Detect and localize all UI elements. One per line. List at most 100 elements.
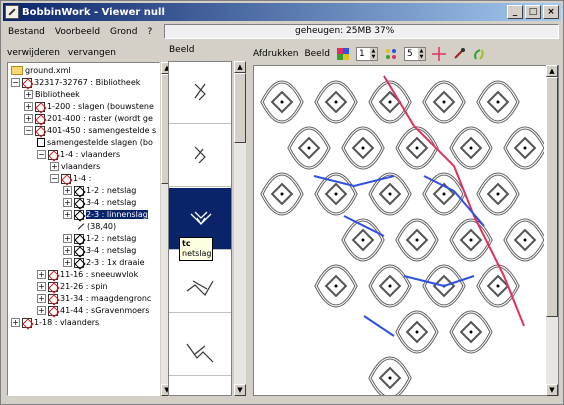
expand-icon[interactable]: + (37, 306, 46, 315)
thumbnail-scrollbar[interactable]: ▲ ▼ (234, 61, 246, 396)
scroll-down-icon[interactable]: ▼ (546, 384, 558, 396)
stitch-node-icon (74, 185, 84, 196)
tree-item-vlaanders-desc[interactable]: + vlaanders (50, 161, 100, 173)
tree-item-sneeuwvlok[interactable]: +11-16 : sneeuwvlok (37, 269, 138, 281)
tree-item-bibliotheek[interactable]: + Bibliotheek (24, 89, 80, 101)
pair-width-spinner[interactable]: 5 ▲ ▼ (403, 47, 426, 61)
stitch-diagram (194, 146, 206, 164)
stitch-thumbnail[interactable] (169, 62, 231, 124)
lace-pin (469, 330, 473, 334)
lace-pin (388, 284, 392, 288)
spinner-arrows-icon[interactable]: ▲ ▼ (417, 48, 425, 60)
pair-dots-icon[interactable] (384, 47, 398, 61)
lace-pin (496, 284, 500, 288)
close-button[interactable]: × (543, 5, 559, 19)
thread-width-spinner[interactable]: 1 ▲ ▼ (355, 47, 378, 61)
tree-item-netslag-1-2[interactable]: +1-2 : netslag (63, 185, 136, 197)
replace-button[interactable]: vervangen (68, 48, 116, 58)
tree-item-vlaanders-1-4[interactable]: −1-4 : vlaanders (37, 149, 120, 161)
expand-icon[interactable]: + (37, 294, 46, 303)
print-button[interactable]: Afdrukken (253, 47, 298, 61)
thread-color-icon[interactable] (472, 47, 486, 61)
tree-item-netslag-3-4b[interactable]: +3-4 : netslag (63, 245, 136, 257)
expand-icon[interactable]: + (63, 258, 72, 267)
tree-item-sgravenmoers[interactable]: +41-44 : sGravenmoers (37, 305, 149, 317)
scroll-down-icon[interactable]: ▼ (234, 384, 246, 396)
maximize-button[interactable]: □ (525, 5, 541, 19)
expand-icon[interactable]: + (63, 246, 72, 255)
expand-icon[interactable]: + (24, 90, 33, 99)
tab-beeld[interactable]: Beeld (169, 45, 194, 55)
lace-pin (415, 238, 419, 242)
expand-icon[interactable]: + (24, 114, 33, 123)
tree-item-netslag-3-4[interactable]: +3-4 : netslag (63, 197, 136, 209)
app-window: BobbinWork - Viewer null _ □ × Bestand V… (0, 0, 564, 405)
expand-icon[interactable]: + (37, 270, 46, 279)
stitch-diagram (186, 343, 214, 363)
lace-diagram-canvas[interactable] (253, 65, 559, 396)
lace-pin (523, 146, 527, 150)
stitch-thumbnail-panel (168, 61, 232, 396)
stitch-node-icon (74, 245, 84, 256)
lace-pin (334, 192, 338, 196)
bobbin-app-icon[interactable] (5, 5, 19, 19)
expand-icon[interactable]: + (63, 234, 72, 243)
canvas-scrollbar[interactable]: ▲ ▼ (546, 65, 558, 396)
tree-item-raster[interactable]: +201-400 : raster (wordt ge (24, 113, 153, 125)
color-grid-icon[interactable] (336, 47, 350, 61)
folder-icon (11, 66, 23, 75)
tree-item-vlaanders-1-18[interactable]: +1-18 : vlaanders (11, 317, 99, 329)
expand-icon[interactable]: + (63, 210, 72, 219)
expand-icon[interactable]: + (63, 198, 72, 207)
lace-pin (496, 192, 500, 196)
scroll-up-icon[interactable]: ▲ (546, 65, 558, 77)
tree-item-samengestelde[interactable]: −401-450 : samengestelde s (24, 125, 156, 137)
tooltip-title: tc (182, 239, 191, 248)
tree-item-samengestelde-desc[interactable]: samengestelde slagen (bo (37, 137, 153, 149)
expand-icon[interactable]: + (24, 102, 33, 111)
scroll-thumb[interactable] (546, 77, 558, 317)
view-button[interactable]: Beeld (304, 47, 329, 61)
pipette-icon[interactable] (452, 47, 466, 61)
diagram-toolbar: Afdrukken Beeld 1 ▲ ▼ 5 ▲ ▼ (253, 45, 559, 63)
tree-item-bibliotheek-range[interactable]: −32317-32767 : Bibliotheek (11, 77, 140, 89)
collapse-icon[interactable]: − (24, 126, 33, 135)
lace-pin (334, 100, 338, 104)
stitch-diagram (194, 83, 206, 101)
tree-item-netslag-1-2b[interactable]: +1-2 : netslag (63, 233, 136, 245)
menu-voorbeeld[interactable]: Voorbeeld (50, 27, 105, 37)
stitch-thumbnail[interactable] (169, 125, 231, 187)
crosshair-icon[interactable] (431, 47, 446, 61)
scroll-thumb[interactable] (234, 73, 246, 143)
collapse-icon[interactable]: − (11, 78, 20, 87)
menu-help[interactable]: ? (142, 27, 157, 37)
comment-icon (37, 138, 45, 147)
expand-icon[interactable]: + (63, 186, 72, 195)
remove-button[interactable]: verwijderen (7, 48, 60, 58)
menu-bestand[interactable]: Bestand (3, 27, 50, 37)
pin-icon (76, 222, 85, 231)
collapse-icon[interactable]: − (50, 174, 59, 183)
tree-item-slagen[interactable]: +1-200 : slagen (bouwstene (24, 101, 154, 113)
stitch-node-icon (74, 197, 84, 208)
tree-item-draaie[interactable]: +2-3 : 1x draaie (63, 257, 145, 269)
expand-icon[interactable]: + (11, 318, 20, 327)
scroll-up-icon[interactable]: ▲ (234, 61, 246, 73)
tree-item-group-1-4[interactable]: −1-4 : (50, 173, 91, 185)
minimize-button[interactable]: _ (507, 5, 523, 19)
expand-icon[interactable]: + (50, 162, 59, 171)
lace-pin (361, 238, 365, 242)
collapse-icon[interactable]: − (37, 150, 46, 159)
pattern-node-icon (22, 77, 32, 88)
lace-pin (307, 146, 311, 150)
pattern-node-icon (48, 305, 58, 316)
spinner-arrows-icon[interactable]: ▲ ▼ (369, 48, 377, 60)
menu-grond[interactable]: Grond (105, 27, 142, 37)
tree-item-linnenslag[interactable]: +2-3 : linnenslag (63, 209, 148, 221)
tree-item-maagdengrond[interactable]: +31-34 : maagdengronc (37, 293, 151, 305)
stitch-thumbnail[interactable] (169, 314, 231, 376)
tree-item-coordinate[interactable]: (38,40) (76, 221, 116, 233)
tree-item-spin[interactable]: +21-26 : spin (37, 281, 108, 293)
expand-icon[interactable]: + (37, 282, 46, 291)
tree-item-ground[interactable]: ground.xml (11, 65, 71, 77)
